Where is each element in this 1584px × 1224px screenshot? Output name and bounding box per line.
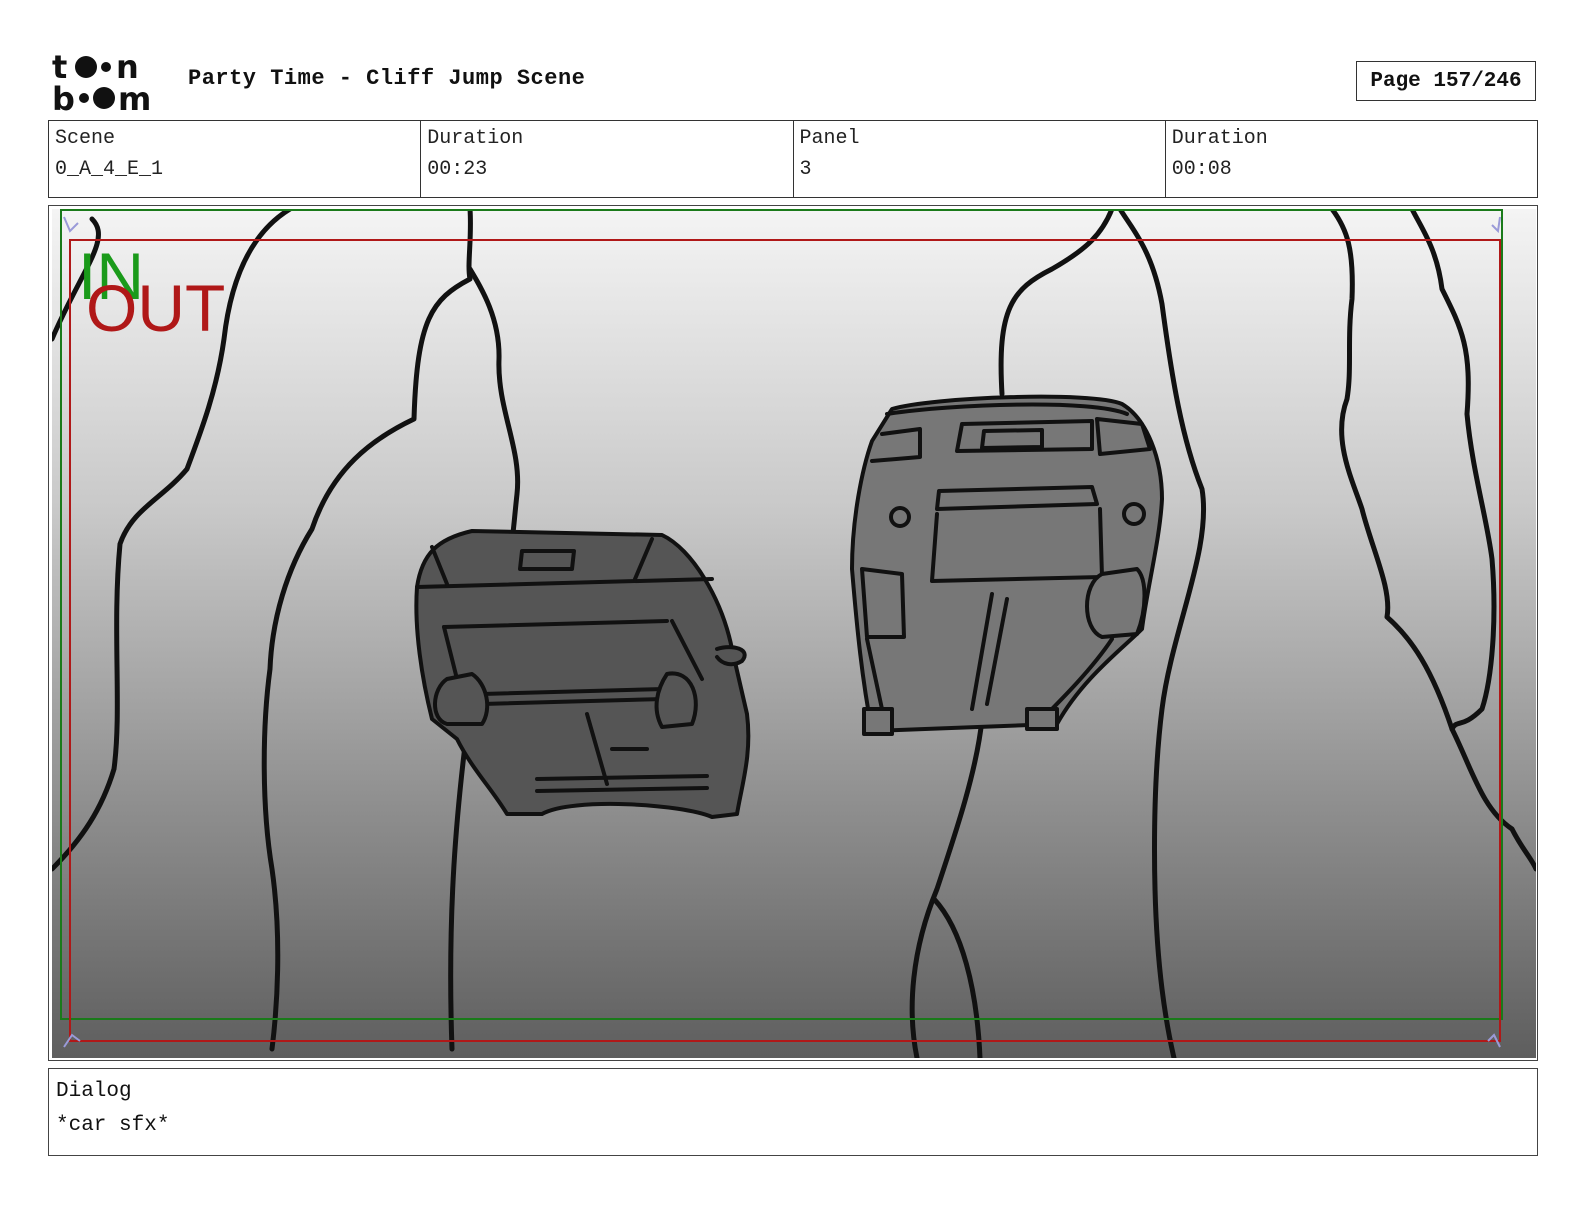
document-title: Party Time - Cliff Jump Scene	[188, 66, 586, 91]
toon-boom-logo: t n b m	[52, 50, 151, 114]
panel-duration-label: Duration	[1171, 127, 1268, 150]
dialog-box: Dialog *car sfx*	[48, 1068, 1538, 1156]
panel-label: Panel	[799, 127, 860, 150]
panel-duration-cell: Duration 00:08	[1166, 121, 1537, 197]
storyboard-panel-drawing: IN OUT	[52, 209, 1536, 1058]
scene-cell: Scene 0_A_4_E_1	[49, 121, 422, 197]
scene-duration-label: Duration	[427, 127, 524, 150]
svg-text:b: b	[52, 80, 75, 114]
scene-value: 0_A_4_E_1	[55, 158, 164, 181]
svg-text:m: m	[118, 80, 151, 114]
dialog-text: *car sfx*	[56, 1114, 170, 1137]
panel-duration-value: 00:08	[1171, 158, 1232, 181]
scene-info-table: Scene 0_A_4_E_1 Duration 00:23 Panel 3 D…	[48, 120, 1538, 198]
scene-duration-value: 00:23	[427, 158, 488, 181]
panel-value: 3	[799, 158, 812, 181]
out-marker: OUT	[86, 271, 225, 345]
page-number: Page 157/246	[1356, 61, 1536, 101]
scene-label: Scene	[55, 127, 116, 150]
scene-duration-cell: Duration 00:23	[421, 121, 794, 197]
panel-cell: Panel 3	[794, 121, 1166, 197]
dialog-label: Dialog	[56, 1080, 132, 1103]
